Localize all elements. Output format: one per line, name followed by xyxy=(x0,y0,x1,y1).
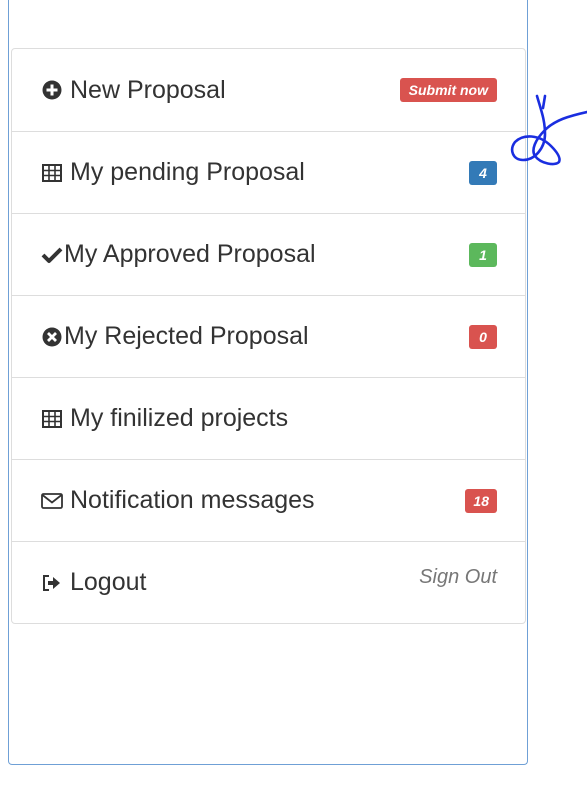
menu-item-new-proposal[interactable]: New Proposal Submit now xyxy=(12,49,525,131)
proposal-menu: New Proposal Submit now My pending Propo… xyxy=(11,48,526,624)
menu-item-label: My finilized projects xyxy=(70,404,289,432)
menu-item-approved-proposal[interactable]: My Approved Proposal 1 xyxy=(12,213,525,295)
menu-item-notification-messages[interactable]: Notification messages 18 xyxy=(12,459,525,541)
rejected-count-badge: 0 xyxy=(469,324,497,349)
check-icon xyxy=(40,243,64,267)
notification-count-badge: 18 xyxy=(465,488,497,513)
menu-item-label: New Proposal xyxy=(70,75,226,104)
menu-item-label: Logout xyxy=(70,568,147,596)
logout-icon xyxy=(40,571,64,595)
sign-out-link[interactable]: Sign Out xyxy=(419,566,497,589)
menu-item-finalized-projects[interactable]: My finilized projects xyxy=(12,377,525,459)
menu-item-label: My Rejected Proposal xyxy=(64,322,309,350)
handwritten-annotation xyxy=(510,94,587,166)
menu-item-pending-proposal[interactable]: My pending Proposal 4 xyxy=(12,131,525,213)
menu-item-label: My pending Proposal xyxy=(70,158,305,186)
menu-item-rejected-proposal[interactable]: My Rejected Proposal 0 xyxy=(12,295,525,377)
submit-now-badge[interactable]: Submit now xyxy=(399,78,497,102)
menu-item-label: Notification messages xyxy=(70,486,315,514)
menu-item-label: My Approved Proposal xyxy=(64,240,316,268)
pending-count-badge: 4 xyxy=(469,160,497,185)
envelope-icon xyxy=(40,489,64,513)
x-circle-icon xyxy=(40,325,64,349)
plus-circle-icon xyxy=(40,78,64,102)
approved-count-badge: 1 xyxy=(469,242,497,267)
menu-item-logout[interactable]: Logout Sign Out xyxy=(12,541,525,623)
table-icon xyxy=(40,161,64,185)
table-icon xyxy=(40,407,64,431)
